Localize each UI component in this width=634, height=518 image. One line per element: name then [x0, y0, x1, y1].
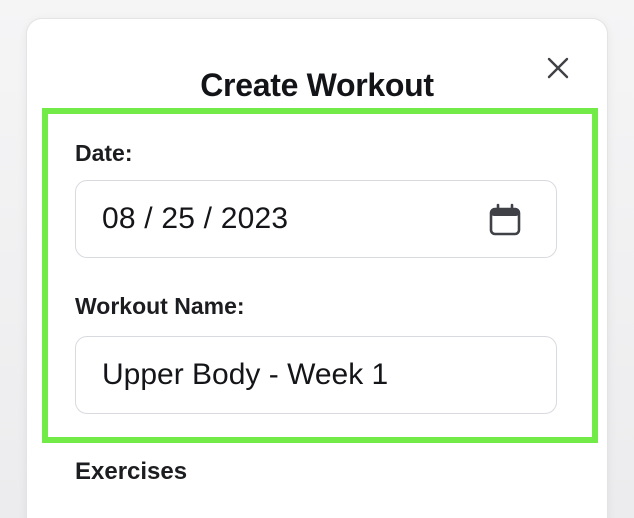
- create-workout-dialog: Create Workout: [26, 18, 608, 518]
- date-label: Date:: [75, 140, 133, 166]
- workout-name-label: Workout Name:: [75, 293, 245, 319]
- date-value: 08 / 25 / 2023: [102, 202, 289, 235]
- calendar-icon[interactable]: [488, 203, 522, 237]
- close-button[interactable]: [539, 49, 577, 87]
- workout-name-value: Upper Body - Week 1: [102, 358, 389, 391]
- date-field[interactable]: 08 / 25 / 2023: [75, 180, 557, 258]
- close-icon: [547, 57, 569, 79]
- dialog-title: Create Workout: [200, 67, 434, 103]
- workout-name-field[interactable]: Upper Body - Week 1: [75, 336, 557, 414]
- exercises-heading: Exercises: [75, 458, 188, 485]
